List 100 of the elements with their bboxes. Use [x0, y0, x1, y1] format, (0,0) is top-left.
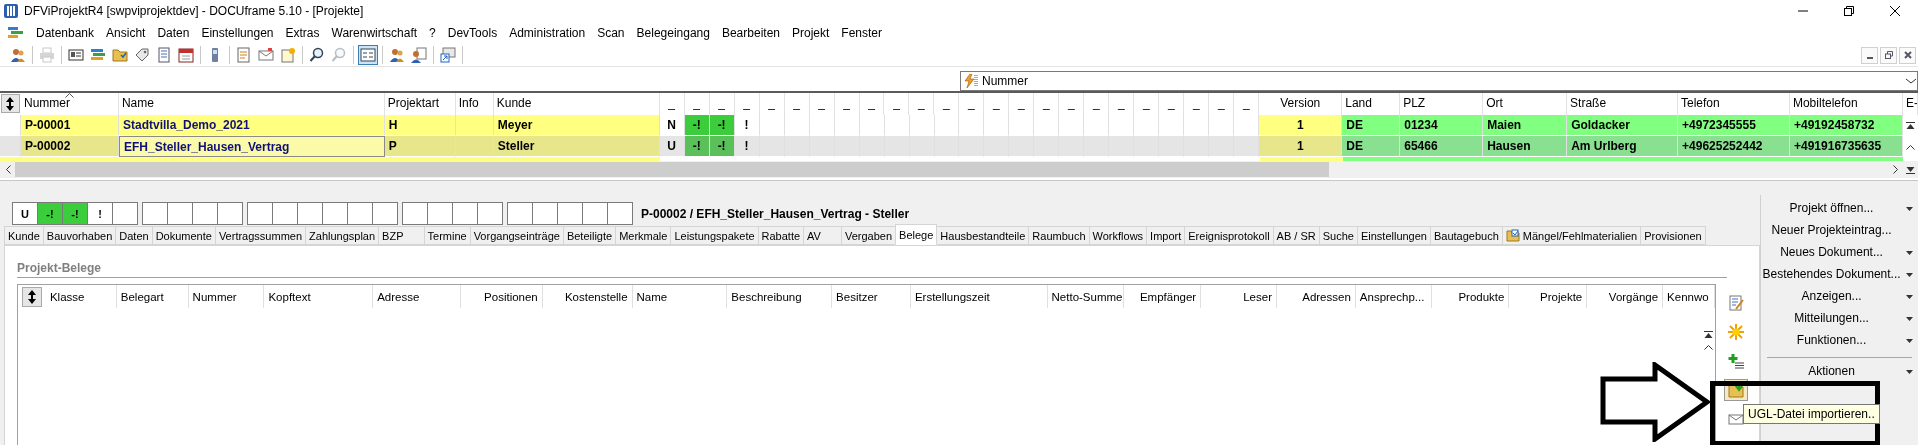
scroll-top-icon[interactable] — [1704, 331, 1713, 339]
menu-item[interactable]: Daten — [151, 26, 196, 40]
scroll-left-icon[interactable] — [4, 165, 11, 174]
tab[interactable]: Import — [1146, 226, 1186, 245]
printer-icon — [39, 47, 55, 63]
action-menu-button[interactable]: Bestehendes Dokument... — [1761, 263, 1918, 285]
action-menu-button[interactable]: Aktionen — [1761, 360, 1918, 382]
menu-item[interactable]: Administration — [503, 26, 592, 40]
people-icon — [10, 47, 26, 63]
menu-item[interactable]: Ansicht — [100, 26, 152, 40]
scroll-up-icon[interactable] — [1704, 344, 1713, 350]
table-row[interactable]: P-00002 EFH_Steller_Hausen_Vertrag P Steller U -! -! ! 1 DE 65466 Hausen Am Urlberg +49625252442 +491916735635 — [0, 136, 1903, 157]
status-box — [452, 202, 478, 225]
column-toggle-button[interactable] — [1, 94, 20, 113]
tab[interactable]: Leistungspakete — [670, 226, 759, 245]
action-menu-button[interactable]: Anzeigen... — [1761, 285, 1918, 307]
tab[interactable]: Rabatte — [757, 226, 805, 245]
column-header[interactable]: Nummer — [188, 285, 265, 308]
column-header[interactable]: Erstellungszeit — [910, 285, 1048, 308]
tab[interactable]: BZP — [378, 226, 425, 245]
menu-item[interactable]: ? — [423, 26, 442, 40]
menu-item[interactable]: Datenbank — [30, 26, 101, 40]
tab[interactable]: Zahlungsplan — [305, 226, 380, 245]
scroll-top-icon[interactable] — [1906, 121, 1915, 130]
menu-item[interactable]: Scan — [591, 26, 631, 40]
tab[interactable]: Kunde — [4, 226, 44, 245]
status-box — [247, 202, 273, 225]
action-menu-button[interactable]: Funktionen... — [1761, 329, 1918, 351]
tab[interactable]: Dokumente — [151, 226, 216, 245]
menu-item[interactable]: Warenwirtschaft — [325, 26, 424, 40]
status-box — [532, 202, 558, 225]
column-header[interactable]: Kennwo — [1663, 285, 1715, 308]
action-menu-button[interactable]: Mitteilungen... — [1761, 307, 1918, 329]
menu-item[interactable]: Projekt — [786, 26, 836, 40]
column-header[interactable]: Kopftext — [264, 285, 374, 308]
tab[interactable]: Vorgangseinträge — [469, 226, 564, 245]
restore-button[interactable] — [1880, 46, 1897, 64]
people-button[interactable] — [409, 45, 429, 65]
column-header[interactable]: Leser — [1201, 285, 1277, 308]
status-box: ! — [87, 202, 113, 225]
column-header[interactable]: Netto-Summe — [1047, 285, 1125, 308]
filter-combobox[interactable]: Nummer — [960, 71, 1918, 91]
column-toggle-button[interactable] — [22, 287, 42, 307]
action-menu-button[interactable]: Projekt öffnen... — [1761, 197, 1918, 219]
tab[interactable]: Provisionen — [1640, 226, 1706, 245]
column-header[interactable]: Belegart — [116, 285, 189, 308]
tab[interactable]: Raumbuch — [1028, 226, 1090, 245]
action-menu-button[interactable]: Neuer Projekteintrag... — [1761, 219, 1918, 241]
tab[interactable]: Beteiligte — [562, 226, 617, 245]
window-button[interactable] — [358, 45, 378, 65]
column-header[interactable]: Beschreibung — [727, 285, 833, 308]
dropdown-icon — [1905, 336, 1914, 344]
tab[interactable]: Ereignisprotokoll — [1184, 226, 1274, 245]
menu-item[interactable]: Bearbeiten — [715, 26, 786, 40]
tab[interactable]: AV — [803, 226, 842, 245]
scroll-right-icon[interactable] — [1892, 165, 1899, 174]
column-header[interactable]: Projekte — [1509, 285, 1588, 308]
menu-item[interactable]: DevTools — [441, 26, 504, 40]
dropdown-icon — [1905, 367, 1914, 375]
menu-item[interactable]: Fenster — [835, 26, 889, 40]
action-menu-button[interactable]: Neues Dokument... — [1761, 241, 1918, 263]
scroll-bottom-icon[interactable] — [1906, 165, 1915, 174]
calendar-button[interactable] — [176, 45, 196, 65]
table-cell: DE — [1342, 136, 1401, 157]
column-header[interactable]: E- — [1902, 93, 1918, 115]
scroll-up-icon[interactable] — [1906, 143, 1915, 150]
column-header[interactable]: Name — [632, 285, 728, 308]
column-header[interactable]: Produkte — [1431, 285, 1510, 308]
tab[interactable]: AB / SR — [1272, 226, 1320, 245]
tab[interactable]: Belege — [895, 224, 938, 245]
tab[interactable]: Hausbestandteile — [936, 226, 1030, 245]
tab[interactable]: Bautagebuch — [1430, 226, 1503, 245]
column-header[interactable]: Positionen — [460, 285, 543, 308]
shortcut-button[interactable] — [438, 45, 458, 65]
column-header[interactable]: Empfänger — [1124, 285, 1202, 308]
menu-item[interactable]: Extras — [279, 26, 326, 40]
scrollbar-thumb[interactable] — [15, 162, 1329, 177]
tab[interactable]: Bauvorhaben — [42, 226, 117, 245]
tab[interactable]: Einstellungen — [1356, 226, 1431, 245]
tab[interactable]: Mängel/Fehlmaterialien — [1501, 226, 1642, 245]
column-header[interactable]: Klasse — [45, 285, 117, 308]
column-header[interactable]: Adresse — [373, 285, 461, 308]
tab[interactable]: Merkmale — [615, 226, 672, 245]
column-header[interactable]: Adressen — [1277, 285, 1356, 308]
menu-item[interactable]: Belegeingang — [630, 26, 716, 40]
column-header[interactable]: Besitzer — [832, 285, 911, 308]
table-cell: DE — [1342, 115, 1401, 136]
status-box — [142, 202, 168, 225]
tab[interactable]: Termine — [423, 226, 471, 245]
tab[interactable]: Daten — [115, 226, 153, 245]
tab[interactable]: Suche — [1318, 226, 1358, 245]
tab[interactable]: Workflows — [1088, 226, 1148, 245]
column-header[interactable]: Vorgänge — [1587, 285, 1664, 308]
close-button[interactable] — [1899, 46, 1916, 64]
tab[interactable]: Vergaben — [840, 226, 897, 245]
column-header[interactable]: Kostenstelle — [542, 285, 633, 308]
minimize-button[interactable] — [1861, 46, 1878, 64]
column-header[interactable]: Ansprechp... — [1355, 285, 1432, 308]
tab[interactable]: Vertragssummen — [214, 226, 307, 245]
menu-item[interactable]: Einstellungen — [195, 26, 280, 40]
